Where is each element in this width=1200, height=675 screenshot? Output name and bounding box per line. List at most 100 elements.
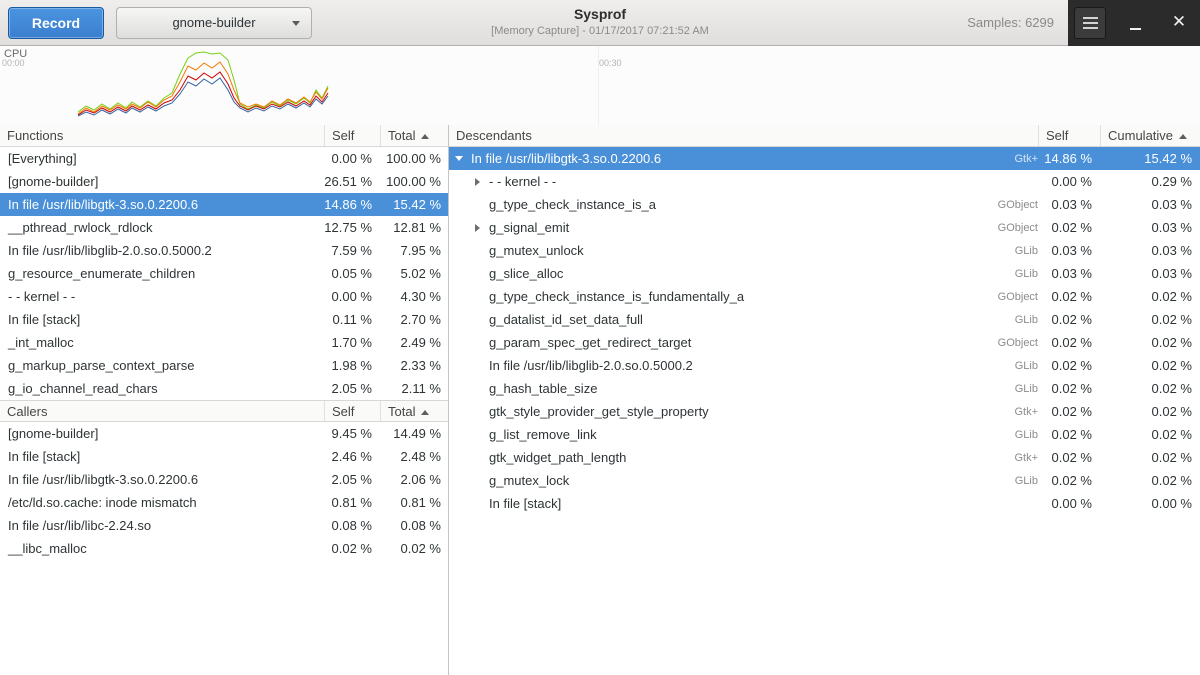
table-row[interactable]: g_type_check_instance_is_fundamentally_a… — [449, 285, 1200, 308]
table-row[interactable]: In file [stack]0.00 %0.00 % — [449, 492, 1200, 515]
table-row[interactable]: In file [stack]2.46 %2.48 % — [0, 445, 448, 468]
title-box: Sysprof [Memory Capture] - 01/17/2017 07… — [330, 6, 870, 37]
table-row[interactable]: In file /usr/lib/libglib-2.0.so.0.5000.2… — [449, 354, 1200, 377]
self-value: 9.45 % — [324, 426, 380, 441]
table-row[interactable]: In file [stack]0.11 %2.70 % — [0, 308, 448, 331]
table-row[interactable]: g_hash_table_sizeGLib0.02 %0.02 % — [449, 377, 1200, 400]
self-value: 0.00 % — [1038, 174, 1100, 189]
function-name: g_markup_parse_context_parse — [0, 358, 324, 373]
functions-table: [Everything]0.00 %100.00 %[gnome-builder… — [0, 147, 448, 400]
table-row[interactable]: In file /usr/lib/libc-2.24.so0.08 %0.08 … — [0, 514, 448, 537]
right-panel: Descendants Self Cumulative In file /usr… — [449, 125, 1200, 675]
table-row[interactable]: g_mutex_unlockGLib0.03 %0.03 % — [449, 239, 1200, 262]
function-name: g_mutex_lock — [485, 473, 958, 488]
menu-button[interactable] — [1074, 7, 1106, 39]
column-header-functions[interactable]: Functions — [0, 125, 324, 146]
minimize-button[interactable] — [1120, 0, 1152, 46]
expander-spacer — [471, 423, 485, 446]
table-row[interactable]: gtk_style_provider_get_style_propertyGtk… — [449, 400, 1200, 423]
self-value: 0.02 % — [1038, 335, 1100, 350]
table-row[interactable]: g_mutex_lockGLib0.02 %0.02 % — [449, 469, 1200, 492]
minimize-icon — [1130, 28, 1141, 30]
total-value: 100.00 % — [380, 174, 448, 189]
table-row[interactable]: g_markup_parse_context_parse1.98 %2.33 % — [0, 354, 448, 377]
function-name: gtk_widget_path_length — [485, 450, 958, 465]
cumulative-value: 0.02 % — [1100, 381, 1200, 396]
left-panel: Functions Self Total [Everything]0.00 %1… — [0, 125, 448, 675]
record-button[interactable]: Record — [8, 7, 104, 39]
close-icon: ✕ — [1172, 12, 1186, 31]
self-value: 0.00 % — [1038, 496, 1100, 511]
self-value: 0.02 % — [1038, 427, 1100, 442]
function-name: In file [stack] — [0, 449, 324, 464]
table-row[interactable]: [gnome-builder]26.51 %100.00 % — [0, 170, 448, 193]
table-row[interactable]: [Everything]0.00 %100.00 % — [0, 147, 448, 170]
column-header-total[interactable]: Total — [380, 125, 448, 146]
cumulative-value: 0.03 % — [1100, 243, 1200, 258]
table-row[interactable]: g_resource_enumerate_children0.05 %5.02 … — [0, 262, 448, 285]
table-row[interactable]: g_slice_allocGLib0.03 %0.03 % — [449, 262, 1200, 285]
total-value: 2.11 % — [380, 381, 448, 396]
library-label: Gtk+ — [958, 452, 1038, 464]
table-row[interactable]: g_list_remove_linkGLib0.02 %0.02 % — [449, 423, 1200, 446]
cpu-orange-line — [78, 62, 328, 114]
table-row[interactable]: - - kernel - -0.00 %0.29 % — [449, 170, 1200, 193]
function-name: g_io_channel_read_chars — [0, 381, 324, 396]
column-header-self[interactable]: Self — [324, 125, 380, 146]
self-value: 14.86 % — [1038, 151, 1100, 166]
table-row[interactable]: In file /usr/lib/libglib-2.0.so.0.5000.2… — [0, 239, 448, 262]
table-row[interactable]: [gnome-builder]9.45 %14.49 % — [0, 422, 448, 445]
expander-icon[interactable] — [453, 147, 467, 170]
column-header-total[interactable]: Total — [380, 401, 448, 421]
expander-spacer — [471, 469, 485, 492]
process-selector-dropdown[interactable]: gnome-builder — [116, 7, 312, 39]
table-row[interactable]: _int_malloc1.70 %2.49 % — [0, 331, 448, 354]
column-header-cumulative[interactable]: Cumulative — [1100, 125, 1200, 146]
expander-icon[interactable] — [471, 170, 485, 193]
column-header-descendants[interactable]: Descendants — [449, 125, 1038, 146]
table-row[interactable]: In file /usr/lib/libgtk-3.so.0.2200.62.0… — [0, 468, 448, 491]
cumulative-value: 0.02 % — [1100, 335, 1200, 350]
cumulative-value: 0.03 % — [1100, 220, 1200, 235]
function-name: [gnome-builder] — [0, 174, 324, 189]
table-row[interactable]: - - kernel - -0.00 %4.30 % — [0, 285, 448, 308]
self-value: 0.02 % — [324, 541, 380, 556]
cumulative-value: 0.02 % — [1100, 473, 1200, 488]
library-label: Gtk+ — [958, 406, 1038, 418]
callers-table-header: Callers Self Total — [0, 400, 448, 422]
column-header-callers[interactable]: Callers — [0, 401, 324, 421]
table-row[interactable]: g_signal_emitGObject0.02 %0.03 % — [449, 216, 1200, 239]
cumulative-value: 0.02 % — [1100, 404, 1200, 419]
function-name: g_hash_table_size — [485, 381, 958, 396]
table-row[interactable]: __pthread_rwlock_rdlock12.75 %12.81 % — [0, 216, 448, 239]
function-name: __pthread_rwlock_rdlock — [0, 220, 324, 235]
window-controls: ✕ — [1068, 0, 1200, 46]
self-value: 0.11 % — [324, 312, 380, 327]
function-name: In file /usr/lib/libgtk-3.so.0.2200.6 — [0, 197, 324, 212]
total-value: 7.95 % — [380, 243, 448, 258]
column-header-self[interactable]: Self — [1038, 125, 1100, 146]
function-name: - - kernel - - — [485, 174, 958, 189]
library-label: GLib — [958, 268, 1038, 280]
table-row[interactable]: g_param_spec_get_redirect_targetGObject0… — [449, 331, 1200, 354]
function-name: /etc/ld.so.cache: inode mismatch — [0, 495, 324, 510]
table-row[interactable]: gtk_widget_path_lengthGtk+0.02 %0.02 % — [449, 446, 1200, 469]
close-button[interactable]: ✕ — [1162, 0, 1196, 46]
self-value: 26.51 % — [324, 174, 380, 189]
table-row[interactable]: /etc/ld.so.cache: inode mismatch0.81 %0.… — [0, 491, 448, 514]
function-name: gtk_style_provider_get_style_property — [485, 404, 958, 419]
cumulative-value: 0.02 % — [1100, 450, 1200, 465]
column-header-self[interactable]: Self — [324, 401, 380, 421]
table-row[interactable]: In file /usr/lib/libgtk-3.so.0.2200.614.… — [0, 193, 448, 216]
function-name: g_mutex_unlock — [485, 243, 958, 258]
cpu-graph-panel[interactable]: CPU 00:00 00:30 — [0, 46, 1200, 125]
table-row[interactable]: g_io_channel_read_chars2.05 %2.11 % — [0, 377, 448, 400]
table-row[interactable]: __libc_malloc0.02 %0.02 % — [0, 537, 448, 560]
table-row[interactable]: g_datalist_id_set_data_fullGLib0.02 %0.0… — [449, 308, 1200, 331]
expander-icon[interactable] — [471, 216, 485, 239]
expander-spacer — [471, 377, 485, 400]
table-row[interactable]: In file /usr/lib/libgtk-3.so.0.2200.6Gtk… — [449, 147, 1200, 170]
table-row[interactable]: g_type_check_instance_is_aGObject0.03 %0… — [449, 193, 1200, 216]
self-value: 0.02 % — [1038, 381, 1100, 396]
expander-spacer — [471, 262, 485, 285]
